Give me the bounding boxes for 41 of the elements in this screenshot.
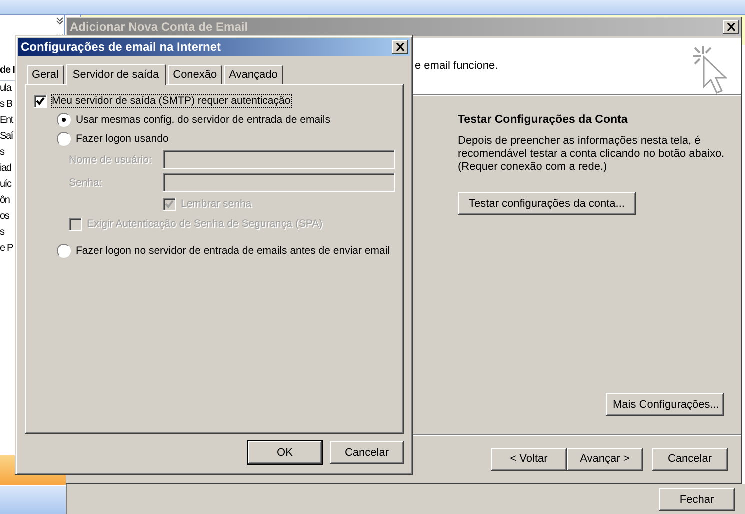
tab[interactable]: Servidor de saída: [66, 64, 166, 85]
folder-item[interactable]: os: [0, 209, 15, 225]
tab[interactable]: Conexão: [168, 65, 222, 84]
folder-item[interactable]: e P: [0, 241, 15, 257]
radio-label[interactable]: Fazer logon no servidor de entrada de emails antes de enviar email: [76, 244, 390, 256]
header-text: e email funcione.: [415, 60, 498, 72]
wizard-button[interactable]: Avançar >: [567, 448, 643, 470]
folder-item[interactable]: ôn: [0, 193, 15, 209]
input-field[interactable]: [163, 173, 395, 192]
window-title: Configurações de email na Internet: [21, 40, 222, 54]
folder-item[interactable]: s B: [0, 97, 15, 113]
folder-item[interactable]: uíc: [0, 177, 15, 193]
dialog-button[interactable]: Cancelar: [330, 441, 404, 464]
radio-label[interactable]: Usar mesmas config. do servidor de entrada de emails: [76, 114, 330, 126]
wizard-button[interactable]: < Voltar: [491, 448, 567, 470]
radio-button[interactable]: [57, 112, 71, 126]
folder-item[interactable]: Ent: [0, 113, 15, 129]
folder-item[interactable]: s: [0, 225, 15, 241]
checkbox-label[interactable]: Meu servidor de saída (SMTP) requer autenticação: [52, 95, 291, 107]
folder-item[interactable]: ula: [0, 81, 15, 97]
checkbox[interactable]: [34, 94, 47, 108]
description-text: Depois de preencher as informações nesta tela, é recomendável testar a conta clicando no botão abaixo. (Requer conexão com a rede.): [458, 135, 726, 174]
folder-item[interactable]: Saí: [0, 129, 15, 145]
window-title: Adicionar Nova Conta de Email: [70, 20, 248, 34]
input-field[interactable]: [163, 150, 395, 169]
folder-item[interactable]: s: [0, 145, 15, 161]
close-icon[interactable]: [723, 20, 739, 34]
radio-button[interactable]: [57, 244, 71, 258]
radio-button[interactable]: [57, 132, 71, 146]
folder-item[interactable]: iad: [0, 161, 15, 177]
more-settings-button[interactable]: Mais Configurações...: [606, 393, 724, 416]
wizard-button[interactable]: Cancelar: [652, 448, 728, 470]
test-settings-button[interactable]: Testar configurações da conta...: [458, 192, 636, 215]
dialog-button[interactable]: OK: [248, 441, 322, 464]
radio-label[interactable]: Fazer logon usando: [76, 132, 169, 144]
navigation-bar: [0, 486, 66, 514]
close-button[interactable]: Fechar: [659, 488, 735, 511]
section-title: Testar Configurações da Conta: [458, 114, 628, 126]
tab[interactable]: Geral: [27, 65, 64, 84]
close-icon[interactable]: [392, 40, 408, 54]
tab[interactable]: Avançado: [224, 65, 283, 84]
